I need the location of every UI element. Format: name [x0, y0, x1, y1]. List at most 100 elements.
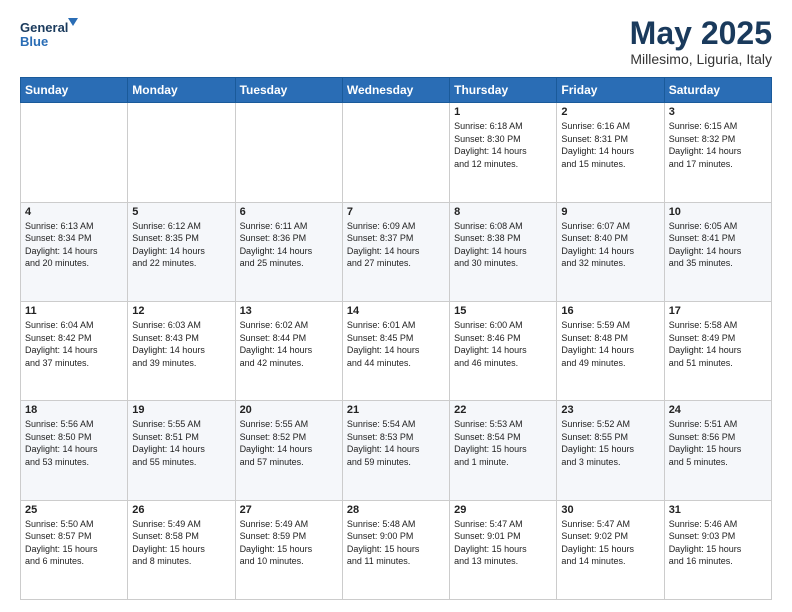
svg-text:Blue: Blue [20, 34, 48, 49]
day-info: Sunrise: 5:47 AM Sunset: 9:01 PM Dayligh… [454, 518, 552, 568]
day-info: Sunrise: 6:09 AM Sunset: 8:37 PM Dayligh… [347, 220, 445, 270]
day-number: 15 [454, 305, 552, 317]
calendar-cell: 4Sunrise: 6:13 AM Sunset: 8:34 PM Daylig… [21, 202, 128, 301]
calendar-cell: 31 Sunrise: 5:46 AM Sunset: 9:03 PM Dayli… [664, 500, 771, 599]
day-number: 16 [561, 305, 659, 317]
day-number: 26 [132, 504, 230, 516]
calendar-day-header: Tuesday [235, 78, 342, 103]
calendar-cell: 3Sunrise: 6:15 AM Sunset: 8:32 PM Daylig… [664, 103, 771, 202]
day-info: Sunrise: 5:50 AM Sunset: 8:57 PM Dayligh… [25, 518, 123, 568]
day-info: Sunrise: 6:04 AM Sunset: 8:42 PM Dayligh… [25, 319, 123, 369]
day-info: Sunrise: 5:55 AM Sunset: 8:52 PM Dayligh… [240, 418, 338, 468]
day-info: Sunrise: 6:07 AM Sunset: 8:40 PM Dayligh… [561, 220, 659, 270]
calendar-cell: 6 Sunrise: 6:11 AM Sunset: 8:36 PM Daylig… [235, 202, 342, 301]
day-info: Sunrise: 5:59 AM Sunset: 8:48 PM Dayligh… [561, 319, 659, 369]
day-info: Sunrise: 5:46 AM Sunset: 9:03 PM Dayligh… [669, 518, 767, 568]
calendar-cell: 2 Sunrise: 6:16 AM Sunset: 8:31 PM Daylig… [557, 103, 664, 202]
day-number: 4 [25, 206, 123, 218]
calendar-week-row: 18 Sunrise: 5:56 AM Sunset: 8:50 PM Dayli… [21, 401, 772, 500]
calendar-cell: 16 Sunrise: 5:59 AM Sunset: 8:48 PM Dayli… [557, 301, 664, 400]
logo: General Blue [20, 16, 80, 52]
day-info: Sunrise: 5:47 AM Sunset: 9:02 PM Dayligh… [561, 518, 659, 568]
calendar-cell [21, 103, 128, 202]
calendar-cell: 8 Sunrise: 6:08 AM Sunset: 8:38 PM Daylig… [450, 202, 557, 301]
calendar-cell: 28Sunrise: 5:48 AM Sunset: 9:00 PM Dayli… [342, 500, 449, 599]
calendar-cell: 22Sunrise: 5:53 AM Sunset: 8:54 PM Dayli… [450, 401, 557, 500]
day-info: Sunrise: 6:02 AM Sunset: 8:44 PM Dayligh… [240, 319, 338, 369]
day-number: 28 [347, 504, 445, 516]
calendar-cell: 23Sunrise: 5:52 AM Sunset: 8:55 PM Dayli… [557, 401, 664, 500]
day-number: 21 [347, 404, 445, 416]
day-number: 14 [347, 305, 445, 317]
calendar-cell: 29 Sunrise: 5:47 AM Sunset: 9:01 PM Dayli… [450, 500, 557, 599]
calendar-cell [128, 103, 235, 202]
day-number: 24 [669, 404, 767, 416]
day-number: 6 [240, 206, 338, 218]
calendar-cell: 14 Sunrise: 6:01 AM Sunset: 8:45 PM Dayli… [342, 301, 449, 400]
day-info: Sunrise: 6:16 AM Sunset: 8:31 PM Dayligh… [561, 120, 659, 170]
calendar-cell: 13 Sunrise: 6:02 AM Sunset: 8:44 PM Dayli… [235, 301, 342, 400]
calendar-day-header: Saturday [664, 78, 771, 103]
calendar-cell: 1Sunrise: 6:18 AM Sunset: 8:30 PM Daylig… [450, 103, 557, 202]
calendar-day-header: Friday [557, 78, 664, 103]
day-number: 31 [669, 504, 767, 516]
day-number: 18 [25, 404, 123, 416]
calendar-cell: 24 Sunrise: 5:51 AM Sunset: 8:56 PM Dayli… [664, 401, 771, 500]
svg-text:General: General [20, 20, 68, 35]
day-number: 2 [561, 106, 659, 118]
day-info: Sunrise: 5:49 AM Sunset: 8:58 PM Dayligh… [132, 518, 230, 568]
day-info: Sunrise: 5:49 AM Sunset: 8:59 PM Dayligh… [240, 518, 338, 568]
day-number: 30 [561, 504, 659, 516]
day-number: 13 [240, 305, 338, 317]
title-block: May 2025 Millesimo, Liguria, Italy [630, 16, 772, 67]
day-number: 29 [454, 504, 552, 516]
day-info: Sunrise: 6:01 AM Sunset: 8:45 PM Dayligh… [347, 319, 445, 369]
day-number: 25 [25, 504, 123, 516]
calendar-cell: 26 Sunrise: 5:49 AM Sunset: 8:58 PM Dayli… [128, 500, 235, 599]
day-info: Sunrise: 6:00 AM Sunset: 8:46 PM Dayligh… [454, 319, 552, 369]
calendar-cell: 12Sunrise: 6:03 AM Sunset: 8:43 PM Dayli… [128, 301, 235, 400]
calendar-cell [235, 103, 342, 202]
day-info: Sunrise: 6:15 AM Sunset: 8:32 PM Dayligh… [669, 120, 767, 170]
calendar-day-header: Sunday [21, 78, 128, 103]
day-number: 23 [561, 404, 659, 416]
page: General Blue May 2025 Millesimo, Liguria… [0, 0, 792, 612]
calendar-cell: 21Sunrise: 5:54 AM Sunset: 8:53 PM Dayli… [342, 401, 449, 500]
calendar-week-row: 4Sunrise: 6:13 AM Sunset: 8:34 PM Daylig… [21, 202, 772, 301]
calendar-cell [342, 103, 449, 202]
day-info: Sunrise: 5:51 AM Sunset: 8:56 PM Dayligh… [669, 418, 767, 468]
calendar-cell: 9Sunrise: 6:07 AM Sunset: 8:40 PM Daylig… [557, 202, 664, 301]
calendar-table: SundayMondayTuesdayWednesdayThursdayFrid… [20, 77, 772, 600]
day-info: Sunrise: 6:08 AM Sunset: 8:38 PM Dayligh… [454, 220, 552, 270]
day-number: 7 [347, 206, 445, 218]
day-number: 17 [669, 305, 767, 317]
day-info: Sunrise: 6:11 AM Sunset: 8:36 PM Dayligh… [240, 220, 338, 270]
calendar-cell: 30 Sunrise: 5:47 AM Sunset: 9:02 PM Dayli… [557, 500, 664, 599]
logo-svg: General Blue [20, 16, 80, 52]
main-title: May 2025 [630, 16, 772, 51]
day-info: Sunrise: 5:56 AM Sunset: 8:50 PM Dayligh… [25, 418, 123, 468]
calendar-cell: 7 Sunrise: 6:09 AM Sunset: 8:37 PM Daylig… [342, 202, 449, 301]
day-info: Sunrise: 5:58 AM Sunset: 8:49 PM Dayligh… [669, 319, 767, 369]
day-number: 12 [132, 305, 230, 317]
calendar-day-header: Wednesday [342, 78, 449, 103]
day-number: 10 [669, 206, 767, 218]
day-number: 8 [454, 206, 552, 218]
header: General Blue May 2025 Millesimo, Liguria… [20, 16, 772, 67]
calendar-cell: 11 Sunrise: 6:04 AM Sunset: 8:42 PM Dayli… [21, 301, 128, 400]
calendar-header-row: SundayMondayTuesdayWednesdayThursdayFrid… [21, 78, 772, 103]
calendar-cell: 10 Sunrise: 6:05 AM Sunset: 8:41 PM Dayli… [664, 202, 771, 301]
subtitle: Millesimo, Liguria, Italy [630, 51, 772, 67]
day-number: 19 [132, 404, 230, 416]
day-number: 5 [132, 206, 230, 218]
calendar-cell: 20Sunrise: 5:55 AM Sunset: 8:52 PM Dayli… [235, 401, 342, 500]
calendar-cell: 18 Sunrise: 5:56 AM Sunset: 8:50 PM Dayli… [21, 401, 128, 500]
calendar-cell: 27 Sunrise: 5:49 AM Sunset: 8:59 PM Dayli… [235, 500, 342, 599]
calendar-week-row: 25 Sunrise: 5:50 AM Sunset: 8:57 PM Dayli… [21, 500, 772, 599]
day-info: Sunrise: 6:12 AM Sunset: 8:35 PM Dayligh… [132, 220, 230, 270]
day-number: 11 [25, 305, 123, 317]
calendar-week-row: 1Sunrise: 6:18 AM Sunset: 8:30 PM Daylig… [21, 103, 772, 202]
calendar-cell: 25 Sunrise: 5:50 AM Sunset: 8:57 PM Dayli… [21, 500, 128, 599]
day-info: Sunrise: 6:05 AM Sunset: 8:41 PM Dayligh… [669, 220, 767, 270]
day-number: 27 [240, 504, 338, 516]
